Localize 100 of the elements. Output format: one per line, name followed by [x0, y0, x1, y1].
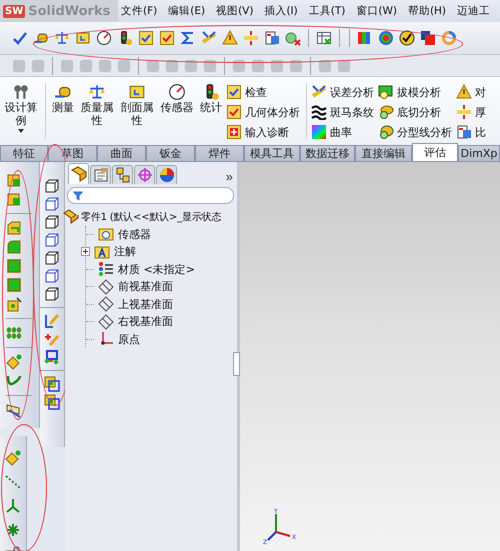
tab[interactable]: 焊件 [195, 145, 244, 161]
tab[interactable]: 数据迁移 [300, 145, 355, 161]
wizard-hole-icon[interactable] [6, 296, 22, 312]
configuration-blocks-icon [114, 167, 130, 183]
tree-item[interactable]: 原点 [118, 332, 140, 347]
stacked-box-icon[interactable] [6, 191, 22, 207]
command-button[interactable]: 比 [455, 123, 487, 141]
stacked-box-icon[interactable] [6, 172, 22, 188]
command-button[interactable]: 拔模分析 [377, 83, 453, 101]
menu-item[interactable]: 帮助(H) [404, 4, 450, 18]
tree-item[interactable]: 材质 <未指定> [118, 262, 195, 277]
overlapping-squares-icon[interactable] [420, 30, 436, 46]
tab[interactable]: 特征 [0, 145, 48, 161]
command-button[interactable]: 几何体分析 [225, 103, 301, 121]
expand-toggle[interactable] [81, 247, 90, 256]
checkbox-icon[interactable] [138, 30, 154, 46]
menu-item[interactable]: 插入(I) [261, 4, 301, 18]
stacked-cubes-icon[interactable] [44, 394, 60, 410]
command-button[interactable]: 质量属性 [79, 83, 115, 127]
app-name: SolidWorks [28, 4, 110, 18]
menu-item[interactable]: 窗口(W) [353, 4, 400, 18]
stacked-cubes-icon[interactable] [44, 376, 60, 392]
star-point-icon[interactable] [5, 522, 21, 538]
wireframe-cube-icon[interactable] [44, 232, 60, 248]
dotted-line-icon[interactable] [5, 474, 21, 490]
command-button[interactable]: 底切分析 [377, 103, 453, 121]
tab[interactable]: 直接编辑 [355, 145, 412, 161]
command-button[interactable]: 误差分析 [310, 83, 375, 101]
more-tabs-button[interactable]: » [226, 169, 233, 184]
tab[interactable]: DimXp [458, 145, 500, 161]
command-button[interactable]: 设计算例 [2, 83, 40, 136]
panel-tab[interactable] [156, 165, 177, 184]
command-button[interactable]: 传感器 [159, 83, 195, 114]
origin-axes-icon [98, 331, 114, 348]
warning-icon[interactable] [222, 30, 238, 46]
extrude-shape-icon[interactable] [6, 220, 22, 236]
wireframe-cube-icon[interactable] [44, 196, 60, 212]
tree-item[interactable]: 上视基准面 [118, 296, 173, 312]
panel-resize-handle[interactable] [233, 352, 240, 376]
pattern-dots-icon[interactable] [6, 325, 22, 341]
panel-tab[interactable] [90, 165, 111, 184]
axes-icon[interactable] [5, 498, 21, 514]
tree-item[interactable]: 零件1 (默认<<默认>_显示状态 [81, 210, 222, 224]
command-button[interactable]: 输入诊断 [225, 123, 301, 141]
first-aid-icon [226, 124, 242, 140]
menu-item[interactable]: 编辑(E) [165, 4, 208, 18]
wireframe-cube-icon[interactable] [44, 268, 60, 284]
sketch-pencil-icon[interactable] [44, 313, 60, 329]
wireframe-cube-icon[interactable] [44, 214, 60, 230]
tree-item[interactable]: 右视基准面 [118, 314, 173, 330]
command-button[interactable]: 对 [455, 83, 487, 101]
tab[interactable]: 评估 [412, 143, 458, 161]
table-icon[interactable] [316, 30, 332, 46]
command-button[interactable]: 测量 [51, 83, 75, 114]
check-mark-icon[interactable] [12, 30, 28, 46]
command-button[interactable]: 分型线分析 [377, 123, 453, 141]
menu-item[interactable]: 视图(V) [213, 4, 256, 18]
wireframe-cube-icon[interactable] [44, 286, 60, 302]
filter-field[interactable] [67, 187, 234, 204]
solid-box-icon[interactable] [6, 277, 22, 293]
tree-item[interactable]: 注解 [114, 244, 136, 260]
dimension-arrows-icon[interactable] [201, 30, 217, 46]
wireframe-cube-icon[interactable] [44, 178, 60, 194]
rainbow-target-icon[interactable] [378, 30, 394, 46]
sigma-icon[interactable] [180, 30, 196, 46]
command-button[interactable]: 检查 [225, 83, 301, 101]
command-button[interactable]: 剖面属性 [119, 83, 155, 127]
tab[interactable]: 钣金 [146, 145, 195, 161]
document-question-icon[interactable] [264, 30, 280, 46]
tab[interactable]: 曲面 [97, 145, 146, 161]
tab[interactable]: 模具工具 [244, 145, 300, 161]
plus-pencil-icon[interactable] [44, 331, 60, 347]
diamond-plane-icon[interactable] [5, 450, 21, 466]
check-circle-icon[interactable] [399, 30, 415, 46]
tree-item[interactable]: 传感器 [118, 226, 151, 242]
gauge-icon[interactable] [96, 30, 112, 46]
solid-box-icon[interactable] [6, 258, 22, 274]
panel-tab[interactable] [112, 165, 133, 184]
ring-icon[interactable] [441, 30, 457, 46]
tree-item[interactable]: 前视基准面 [118, 279, 173, 294]
draft-magnifier-icon [378, 84, 394, 100]
plane-arrow-icon[interactable] [6, 402, 22, 418]
checkbox-icon[interactable] [159, 30, 175, 46]
panel-tab[interactable] [68, 163, 89, 184]
menu-item[interactable]: 迈迪工 [454, 4, 494, 18]
menu-item[interactable]: 文件(F) [118, 4, 160, 18]
diamond-plane-icon[interactable] [6, 354, 22, 370]
command-button[interactable]: 曲率 [310, 123, 375, 141]
wireframe-cube-icon[interactable] [44, 250, 60, 266]
square-nodes-icon[interactable] [44, 349, 60, 365]
balance-scale-icon[interactable] [54, 30, 70, 46]
command-button[interactable]: 斑马条纹 [310, 103, 375, 121]
color-map-icon[interactable] [357, 30, 373, 46]
menu-item[interactable]: 工具(T) [306, 4, 348, 18]
command-button[interactable]: 统计 [199, 83, 223, 114]
section-box-icon[interactable] [75, 30, 91, 46]
check-cross-icon[interactable] [285, 30, 301, 46]
command-button[interactable]: 厚 [455, 103, 487, 121]
fillet-icon[interactable] [6, 239, 22, 255]
thickness-arrows-icon[interactable] [243, 30, 259, 46]
